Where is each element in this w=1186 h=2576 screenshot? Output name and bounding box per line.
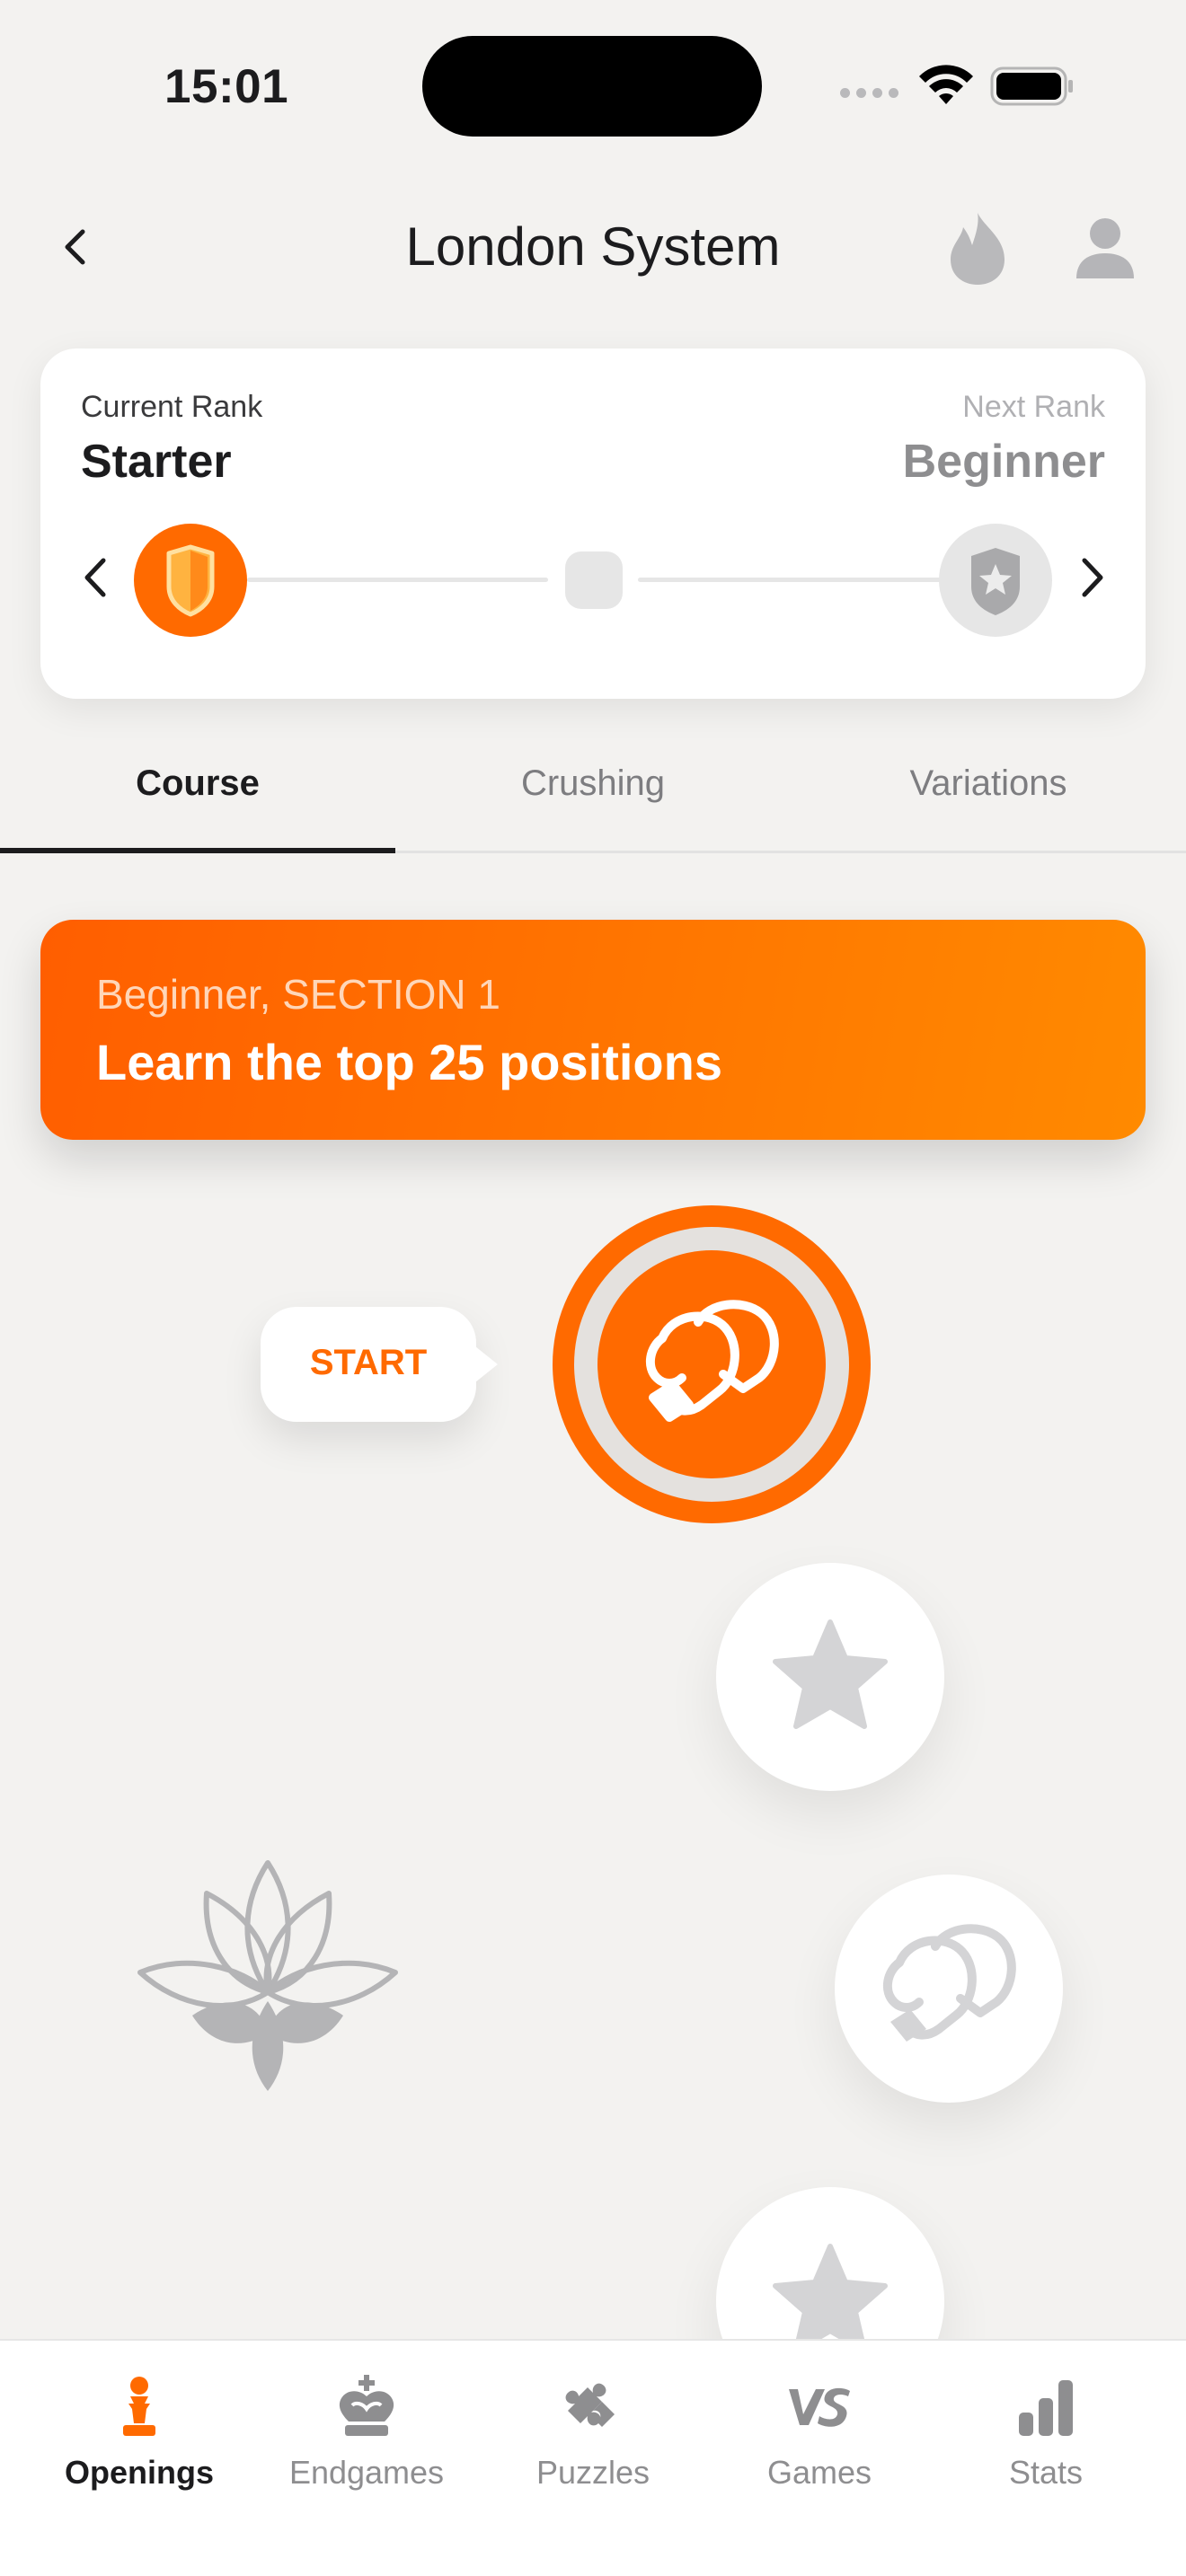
star-icon xyxy=(773,1619,888,1729)
tab-course[interactable]: Course xyxy=(0,763,395,804)
boxing-gloves-icon xyxy=(645,1300,779,1422)
dynamic-island xyxy=(422,36,762,137)
bottom-nav: Openings Endgames Puzzles Games Stats xyxy=(0,2339,1186,2576)
nav-games[interactable]: Games xyxy=(721,2373,918,2492)
nav-openings[interactable]: Openings xyxy=(40,2373,238,2492)
tab-bar: Course Crushing Variations xyxy=(0,745,1186,853)
tab-variations[interactable]: Variations xyxy=(791,763,1186,804)
rank-progress-track xyxy=(247,578,548,582)
cellular-signal-icon xyxy=(840,88,898,98)
start-tooltip[interactable]: START xyxy=(261,1307,498,1422)
lesson-node-active[interactable] xyxy=(553,1205,871,1523)
current-rank-label: Current Rank xyxy=(81,390,263,424)
nav-label: Openings xyxy=(64,2454,214,2491)
rank-progress-track xyxy=(638,578,975,582)
next-rank-label: Next Rank xyxy=(962,390,1105,424)
lesson-node-star[interactable] xyxy=(716,1563,944,1791)
lesson-node-gloves[interactable] xyxy=(835,1875,1063,2103)
nav-label: Games xyxy=(766,2454,872,2491)
screen: 15:01 London System Current Rank Starter… xyxy=(0,0,1186,2576)
boxing-gloves-icon xyxy=(882,1924,1016,2042)
nav-label: Endgames xyxy=(288,2454,445,2491)
profile-icon[interactable] xyxy=(1073,216,1137,280)
vs-icon xyxy=(789,2387,850,2427)
battery-icon xyxy=(990,66,1073,106)
page-title: London System xyxy=(405,216,781,277)
section-subtitle: Beginner, SECTION 1 xyxy=(96,971,500,1018)
section-title: Learn the top 25 positions xyxy=(96,1034,722,1090)
king-icon xyxy=(339,2375,394,2436)
rank-next-chevron-icon[interactable] xyxy=(1072,555,1111,600)
shield-icon xyxy=(166,544,215,617)
wifi-icon xyxy=(919,65,973,104)
nav-label: Stats xyxy=(1008,2454,1084,2491)
rank-step-marker xyxy=(565,551,623,609)
current-rank-value: Starter xyxy=(81,436,232,488)
pawn-icon xyxy=(123,2377,155,2436)
status-time: 15:01 xyxy=(164,60,289,113)
tab-crushing[interactable]: Crushing xyxy=(395,763,791,804)
lesson-node-active-core xyxy=(597,1250,826,1478)
rank-prev-chevron-icon[interactable] xyxy=(76,555,116,600)
lotus-icon xyxy=(137,1860,398,2091)
current-rank-badge xyxy=(134,524,247,637)
nav-endgames[interactable]: Endgames xyxy=(268,2373,465,2492)
nav-label: Puzzles xyxy=(535,2454,651,2491)
puzzle-icon xyxy=(565,2383,615,2427)
shield-star-icon xyxy=(971,548,1020,615)
rank-card: Current Rank Starter Next Rank Beginner xyxy=(40,348,1146,699)
streak-flame-icon[interactable] xyxy=(949,211,1006,287)
section-banner[interactable]: Beginner, SECTION 1 Learn the top 25 pos… xyxy=(40,920,1146,1140)
start-label: START xyxy=(309,1343,428,1382)
active-tab-indicator xyxy=(0,848,395,853)
next-rank-badge xyxy=(939,524,1052,637)
nav-stats[interactable]: Stats xyxy=(947,2373,1145,2492)
nav-puzzles[interactable]: Puzzles xyxy=(494,2373,692,2492)
next-rank-value: Beginner xyxy=(902,436,1105,488)
bar-chart-icon xyxy=(1019,2380,1073,2436)
